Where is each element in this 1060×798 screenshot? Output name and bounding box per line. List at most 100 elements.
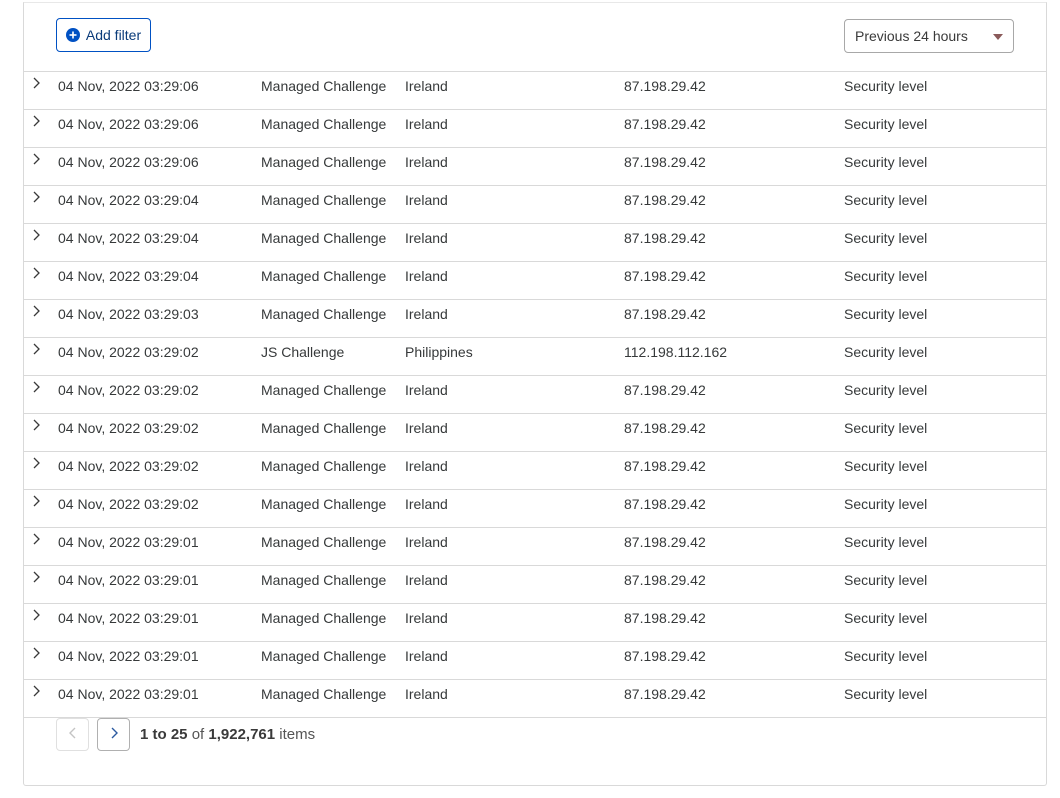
chevron-right-icon[interactable] bbox=[29, 342, 43, 356]
event-country: Ireland bbox=[405, 78, 448, 94]
chevron-right-icon[interactable] bbox=[29, 456, 43, 470]
event-date: 04 Nov, 2022 03:29:04 bbox=[58, 268, 199, 284]
chevron-right-icon[interactable] bbox=[29, 684, 43, 698]
event-ip-address: 87.198.29.42 bbox=[624, 230, 706, 246]
pagination-of: of bbox=[191, 726, 205, 743]
event-action: Managed Challenge bbox=[261, 306, 387, 322]
table-row[interactable]: 04 Nov, 2022 03:29:01 Managed Challenge Ir… bbox=[24, 528, 1046, 566]
event-ip-address: 87.198.29.42 bbox=[624, 154, 706, 170]
event-action: Managed Challenge bbox=[261, 572, 387, 588]
event-ip-address: 87.198.29.42 bbox=[624, 496, 706, 512]
event-date: 04 Nov, 2022 03:29:01 bbox=[58, 686, 199, 702]
chevron-right-icon[interactable] bbox=[29, 646, 43, 660]
event-date: 04 Nov, 2022 03:29:01 bbox=[58, 610, 199, 626]
event-date: 04 Nov, 2022 03:29:01 bbox=[58, 534, 199, 550]
event-service: Security level bbox=[844, 230, 928, 246]
event-action: Managed Challenge bbox=[261, 382, 387, 398]
chevron-right-icon[interactable] bbox=[29, 418, 43, 432]
event-service: Security level bbox=[844, 382, 928, 398]
chevron-right-icon[interactable] bbox=[29, 190, 43, 204]
table-row[interactable]: 04 Nov, 2022 03:29:02 Managed Challenge Ir… bbox=[24, 452, 1046, 490]
events-panel: Add filter Previous 24 hours 04 Nov, 202… bbox=[23, 2, 1047, 786]
table-row[interactable]: 04 Nov, 2022 03:29:06 Managed Challenge Ir… bbox=[24, 72, 1046, 110]
event-service: Security level bbox=[844, 420, 928, 436]
table-row[interactable]: 04 Nov, 2022 03:29:01 Managed Challenge Ir… bbox=[24, 604, 1046, 642]
event-service: Security level bbox=[844, 344, 928, 360]
event-action: Managed Challenge bbox=[261, 610, 387, 626]
event-country: Ireland bbox=[405, 116, 448, 132]
chevron-right-icon[interactable] bbox=[29, 152, 43, 166]
table-row[interactable]: 04 Nov, 2022 03:29:06 Managed Challenge Ir… bbox=[24, 110, 1046, 148]
event-ip-address: 87.198.29.42 bbox=[624, 268, 706, 284]
table-row[interactable]: 04 Nov, 2022 03:29:02 Managed Challenge Ir… bbox=[24, 376, 1046, 414]
event-date: 04 Nov, 2022 03:29:06 bbox=[58, 78, 199, 94]
next-page-button[interactable] bbox=[97, 718, 130, 751]
table-row[interactable]: 04 Nov, 2022 03:29:02 Managed Challenge Ir… bbox=[24, 414, 1046, 452]
event-service: Security level bbox=[844, 78, 928, 94]
previous-page-button[interactable] bbox=[56, 718, 89, 751]
event-date: 04 Nov, 2022 03:29:04 bbox=[58, 230, 199, 246]
event-country: Ireland bbox=[405, 154, 448, 170]
event-service: Security level bbox=[844, 496, 928, 512]
event-date: 04 Nov, 2022 03:29:04 bbox=[58, 192, 199, 208]
table-row[interactable]: 04 Nov, 2022 03:29:02 Managed Challenge Ir… bbox=[24, 490, 1046, 528]
event-date: 04 Nov, 2022 03:29:02 bbox=[58, 458, 199, 474]
table-row[interactable]: 04 Nov, 2022 03:29:02 JS Challenge Philipp… bbox=[24, 338, 1046, 376]
pagination-range: 1 to 25 bbox=[140, 726, 188, 743]
event-service: Security level bbox=[844, 306, 928, 322]
event-service: Security level bbox=[844, 610, 928, 626]
event-ip-address: 87.198.29.42 bbox=[624, 420, 706, 436]
event-country: Ireland bbox=[405, 496, 448, 512]
chevron-left-icon bbox=[68, 726, 78, 743]
chevron-right-icon bbox=[109, 726, 119, 743]
add-filter-label: Add filter bbox=[85, 27, 142, 43]
event-country: Philippines bbox=[405, 344, 473, 360]
time-range-select[interactable]: Previous 24 hours bbox=[844, 19, 1014, 53]
pagination: 1 to 25 of 1,922,761 items bbox=[56, 718, 315, 751]
table-row[interactable]: 04 Nov, 2022 03:29:01 Managed Challenge Ir… bbox=[24, 566, 1046, 604]
chevron-right-icon[interactable] bbox=[29, 76, 43, 90]
chevron-right-icon[interactable] bbox=[29, 228, 43, 242]
event-action: Managed Challenge bbox=[261, 78, 387, 94]
add-filter-button[interactable]: Add filter bbox=[56, 18, 151, 52]
event-country: Ireland bbox=[405, 420, 448, 436]
pagination-total: 1,922,761 bbox=[208, 726, 276, 743]
event-service: Security level bbox=[844, 648, 928, 664]
chevron-right-icon[interactable] bbox=[29, 266, 43, 280]
event-ip-address: 87.198.29.42 bbox=[624, 382, 706, 398]
chevron-right-icon[interactable] bbox=[29, 114, 43, 128]
table-row[interactable]: 04 Nov, 2022 03:29:04 Managed Challenge Ir… bbox=[24, 186, 1046, 224]
event-country: Ireland bbox=[405, 610, 448, 626]
chevron-right-icon[interactable] bbox=[29, 494, 43, 508]
event-service: Security level bbox=[844, 458, 928, 474]
table-row[interactable]: 04 Nov, 2022 03:29:04 Managed Challenge Ir… bbox=[24, 224, 1046, 262]
time-range-value: Previous 24 hours bbox=[855, 28, 968, 44]
plus-circle-icon bbox=[65, 28, 80, 42]
table-row[interactable]: 04 Nov, 2022 03:29:01 Managed Challenge Ir… bbox=[24, 680, 1046, 718]
table-row[interactable]: 04 Nov, 2022 03:29:04 Managed Challenge Ir… bbox=[24, 262, 1046, 300]
event-country: Ireland bbox=[405, 686, 448, 702]
chevron-right-icon[interactable] bbox=[29, 380, 43, 394]
chevron-right-icon[interactable] bbox=[29, 304, 43, 318]
pagination-summary: 1 to 25 of 1,922,761 items bbox=[140, 726, 315, 743]
chevron-right-icon[interactable] bbox=[29, 532, 43, 546]
events-table: 04 Nov, 2022 03:29:06 Managed Challenge Ir… bbox=[24, 72, 1046, 718]
event-action: Managed Challenge bbox=[261, 192, 387, 208]
table-row[interactable]: 04 Nov, 2022 03:29:01 Managed Challenge Ir… bbox=[24, 642, 1046, 680]
chevron-right-icon[interactable] bbox=[29, 608, 43, 622]
event-date: 04 Nov, 2022 03:29:02 bbox=[58, 496, 199, 512]
table-row[interactable]: 04 Nov, 2022 03:29:03 Managed Challenge Ir… bbox=[24, 300, 1046, 338]
table-row[interactable]: 04 Nov, 2022 03:29:06 Managed Challenge Ir… bbox=[24, 148, 1046, 186]
event-date: 04 Nov, 2022 03:29:06 bbox=[58, 116, 199, 132]
event-country: Ireland bbox=[405, 572, 448, 588]
event-ip-address: 87.198.29.42 bbox=[624, 116, 706, 132]
event-ip-address: 87.198.29.42 bbox=[624, 648, 706, 664]
event-action: Managed Challenge bbox=[261, 534, 387, 550]
event-country: Ireland bbox=[405, 268, 448, 284]
chevron-right-icon[interactable] bbox=[29, 570, 43, 584]
event-country: Ireland bbox=[405, 458, 448, 474]
event-action: Managed Challenge bbox=[261, 648, 387, 664]
event-date: 04 Nov, 2022 03:29:02 bbox=[58, 344, 199, 360]
event-action: Managed Challenge bbox=[261, 116, 387, 132]
event-country: Ireland bbox=[405, 306, 448, 322]
